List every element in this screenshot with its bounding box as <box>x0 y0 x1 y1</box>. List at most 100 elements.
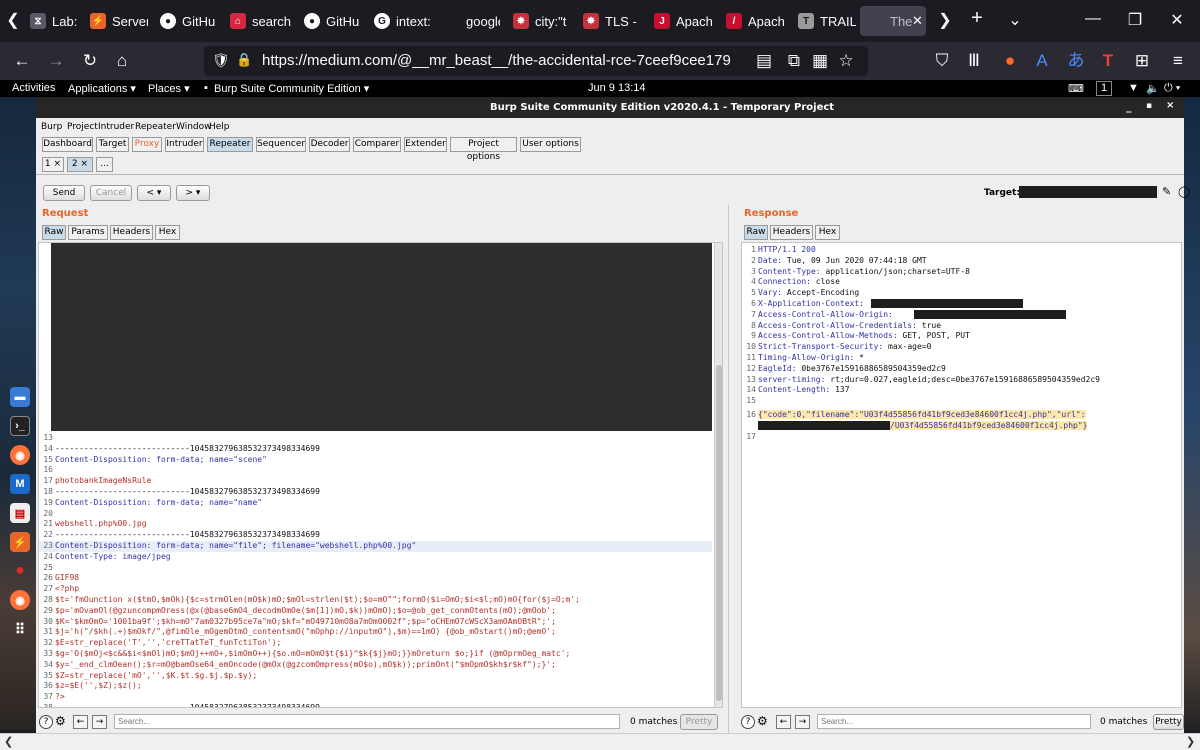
scroll-left-icon[interactable]: ❮ <box>4 735 13 748</box>
burp-suite-icon[interactable]: ⚡ <box>10 532 30 552</box>
home-icon[interactable]: ⌂ <box>110 51 134 71</box>
browser-tab[interactable]: ⌂ search <box>222 6 292 36</box>
tracking-shield-icon[interactable]: 🛡 <box>212 52 230 69</box>
extension-translate-icon[interactable]: A <box>1030 51 1054 71</box>
bookmark-star-icon[interactable]: ☆ <box>834 51 858 71</box>
extension-puzzle-icon[interactable]: ⊞ <box>1130 51 1154 71</box>
request-tab-params[interactable]: Params <box>68 225 108 240</box>
applications-menu[interactable]: Applications ▾ <box>68 82 136 95</box>
browser-tab[interactable]: T TRAIL <box>790 6 856 36</box>
tab-sequencer[interactable]: Sequencer <box>256 137 306 152</box>
translate-page-icon[interactable]: ⧉ <box>782 51 806 71</box>
close-window-icon[interactable]: ✕ <box>1166 10 1188 30</box>
request-tab-raw[interactable]: Raw <box>42 225 66 240</box>
close-tab-icon[interactable]: ✕ <box>912 13 923 29</box>
send-button[interactable]: Send <box>43 185 85 201</box>
power-icon[interactable]: ⏻ ▾ <box>1164 82 1180 95</box>
places-menu[interactable]: Places ▾ <box>148 82 190 95</box>
tabs-scroll-left-icon[interactable]: ❮ <box>2 10 24 30</box>
browser-tab[interactable]: / Apach <box>718 6 786 36</box>
document-icon[interactable]: ▤ <box>10 503 30 523</box>
active-app-menu[interactable]: Burp Suite Community Edition ▾ <box>214 82 369 95</box>
tab-project-options[interactable]: Project options <box>450 137 517 162</box>
tabs-scroll-right-icon[interactable]: ❯ <box>934 10 956 30</box>
menu-project[interactable]: Project <box>67 122 98 132</box>
firefox-alt-icon[interactable]: ◉ <box>10 590 30 610</box>
browser-tab[interactable]: ✸ city:"t <box>505 6 571 36</box>
terminal-icon[interactable]: ›_ <box>10 416 30 436</box>
menu-hamburger-icon[interactable]: ≡ <box>1166 51 1190 71</box>
menu-repeater[interactable]: Repeater <box>135 122 176 132</box>
tab-comparer[interactable]: Comparer <box>353 137 401 152</box>
cherrytree-icon[interactable]: ● <box>10 561 30 581</box>
list-all-tabs-icon[interactable]: ⌄ <box>1004 10 1026 30</box>
browser-tab[interactable]: ✸ TLS - <box>575 6 641 36</box>
library-icon[interactable]: Ⅲ <box>962 51 986 71</box>
browser-horizontal-scrollbar[interactable]: ❮ ❯ <box>0 733 1200 750</box>
response-help-icon[interactable]: ? <box>741 715 755 729</box>
response-tab-hex[interactable]: Hex <box>815 225 840 240</box>
window-close-icon[interactable]: × <box>1166 100 1174 111</box>
request-search-input[interactable] <box>114 714 620 729</box>
request-scrollbar[interactable] <box>714 243 722 707</box>
browser-tab[interactable]: The ✕ <box>860 6 926 36</box>
response-search-next-icon[interactable]: → <box>795 715 810 729</box>
request-pretty-button[interactable]: Pretty <box>680 714 718 730</box>
new-tab-icon[interactable]: + <box>966 7 988 30</box>
reload-icon[interactable]: ↻ <box>78 51 102 71</box>
forward-history-button[interactable]: > ▾ <box>176 185 210 201</box>
url-text[interactable]: https://medium.com/@__mr_beast__/the-acc… <box>262 52 731 69</box>
restore-icon[interactable]: ❐ <box>1124 10 1146 30</box>
forward-arrow-icon[interactable]: → <box>44 51 68 71</box>
tab-dashboard[interactable]: Dashboard <box>42 137 93 152</box>
window-minimize-icon[interactable]: _ <box>1126 100 1132 113</box>
firefox-icon[interactable]: ◉ <box>10 445 30 465</box>
extension-language-icon[interactable]: あ <box>1064 51 1088 71</box>
request-settings-gear-icon[interactable]: ⚙ <box>55 714 66 728</box>
request-help-icon[interactable]: ? <box>39 715 53 729</box>
response-search-input[interactable] <box>817 714 1091 729</box>
metasploit-icon[interactable]: M <box>10 474 30 494</box>
response-tab-headers[interactable]: Headers <box>770 225 813 240</box>
response-tab-raw[interactable]: Raw <box>744 225 768 240</box>
clock[interactable]: Jun 9 13:14 <box>588 82 646 94</box>
pocket-icon[interactable]: ⛉ <box>930 51 954 71</box>
tab-extender[interactable]: Extender <box>404 137 447 152</box>
tab-user-options[interactable]: User options <box>520 137 581 152</box>
request-tab-hex[interactable]: Hex <box>155 225 180 240</box>
browser-tab[interactable]: ● GitHu <box>296 6 362 36</box>
repeater-tab-1[interactable]: 1 × <box>42 157 64 172</box>
browser-tab[interactable]: ⧖ Lab: F <box>22 6 78 36</box>
response-search-prev-icon[interactable]: ← <box>776 715 791 729</box>
back-history-button[interactable]: < ▾ <box>137 185 171 201</box>
menu-window[interactable]: Window <box>176 122 212 132</box>
extension-t-icon[interactable]: T <box>1096 51 1120 71</box>
show-apps-grid-icon[interactable]: ⠿ <box>10 619 30 639</box>
window-maximize-icon[interactable]: ▪ <box>1146 101 1152 111</box>
tab-decoder[interactable]: Decoder <box>309 137 350 152</box>
activities-button[interactable]: Activities <box>12 82 55 94</box>
edit-target-icon[interactable]: ✎ <box>1162 185 1171 198</box>
request-editor[interactable]: 13 14 ----------------------------10458327… <box>38 242 723 708</box>
reader-view-icon[interactable]: ▤ <box>752 51 776 71</box>
request-tab-headers[interactable]: Headers <box>110 225 153 240</box>
browser-tab[interactable]: J Apach <box>646 6 714 36</box>
workspace-indicator[interactable]: 1 <box>1096 81 1113 96</box>
browser-tab[interactable]: Gintext: <box>366 6 432 36</box>
tab-proxy[interactable]: Proxy <box>132 137 162 152</box>
browser-tab[interactable]: ⚡ Server <box>82 6 148 36</box>
extensions-grid-icon[interactable]: ▦ <box>808 51 832 71</box>
tab-target[interactable]: Target <box>96 137 129 152</box>
back-arrow-icon[interactable]: ← <box>10 51 34 71</box>
request-search-prev-icon[interactable]: ← <box>73 715 88 729</box>
response-settings-gear-icon[interactable]: ⚙ <box>757 714 768 728</box>
browser-tab[interactable]: google.co <box>436 6 500 36</box>
extension-fox-icon[interactable]: ● <box>998 51 1022 71</box>
repeater-tab-new[interactable]: ... <box>96 157 113 172</box>
lock-icon[interactable]: 🔒 <box>236 52 252 68</box>
files-icon[interactable]: ▬ <box>10 387 30 407</box>
repeater-tab-2[interactable]: 2 × <box>67 157 93 172</box>
menu-burp[interactable]: Burp <box>41 122 62 132</box>
response-editor[interactable]: 1 HTTP/1.1 200 2 Date: Tue, 09 Jun 2020 07:… <box>741 242 1182 708</box>
tab-intruder[interactable]: Intruder <box>165 137 204 152</box>
